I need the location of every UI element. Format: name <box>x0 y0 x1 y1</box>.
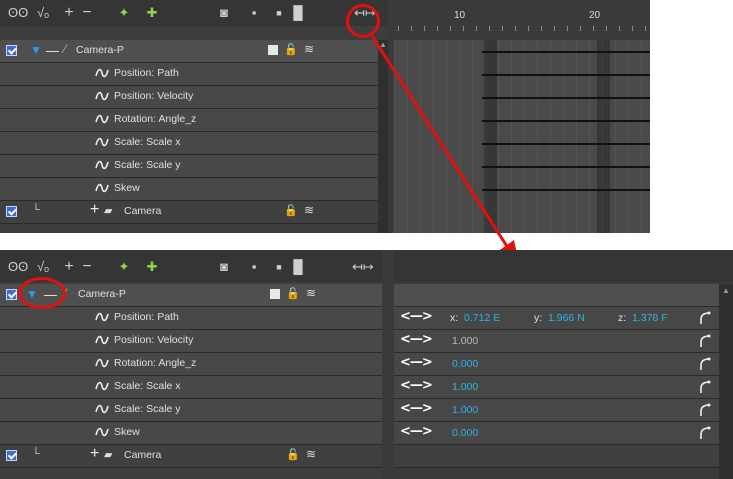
function-row-skew[interactable]: Skew <box>0 422 382 445</box>
large-square-icon[interactable]: █ <box>292 259 304 275</box>
value-row-position-path[interactable]: <—> x: 0.712 E y: 1.966 N z: 1.378 F <box>394 307 719 330</box>
function-label: Scale: Scale x <box>114 380 181 392</box>
color-swatch-icon[interactable] <box>270 289 280 299</box>
small-square-icon[interactable]: ■ <box>274 259 284 275</box>
layer-label: Camera-P <box>78 288 126 300</box>
left-right-arrows-icon[interactable]: <—> <box>400 401 433 416</box>
left-right-arrows-icon[interactable]: <—> <box>400 309 433 324</box>
interpolation-icon[interactable] <box>699 403 711 417</box>
left-right-arrows-icon[interactable]: <—> <box>400 355 433 370</box>
lock-icon[interactable]: 🔓 <box>286 448 300 461</box>
camera-icon: ▰ <box>104 449 113 461</box>
function-curve-icon <box>95 381 109 391</box>
value-row-position-velocity[interactable]: <—> 1.000 <box>394 330 719 353</box>
function-curve-icon <box>95 358 109 368</box>
function-label: Skew <box>114 426 140 438</box>
path-y-label: y: <box>534 312 543 324</box>
path-z-value[interactable]: 1.378 F <box>632 312 668 324</box>
add-drawing-icon[interactable]: √ₒ <box>34 259 52 275</box>
value-row-layer <box>394 284 719 307</box>
lock-icon[interactable]: 🔓 <box>286 287 300 300</box>
function-row-position-velocity[interactable]: Position: Velocity <box>0 330 382 353</box>
scale-x-value[interactable]: 1.000 <box>452 381 478 393</box>
value-row-skew[interactable]: <—> 0.000 <box>394 422 719 445</box>
path-x-value[interactable]: 0.712 E <box>464 312 500 324</box>
value-row-rotation-angle-z[interactable]: <—> 0.000 <box>394 353 719 376</box>
expand-toggle-icon[interactable]: ↤↦ <box>352 259 374 275</box>
database-icon[interactable]: ≋ <box>306 286 316 300</box>
interpolation-icon[interactable] <box>699 357 711 371</box>
database-icon[interactable]: ≋ <box>306 447 316 461</box>
values-scrollbar[interactable]: ▲ <box>719 284 733 479</box>
camera-label: Camera <box>124 449 162 461</box>
function-curve-icon <box>95 404 109 414</box>
function-label: Rotation: Angle_z <box>114 357 197 369</box>
remove-layer-icon[interactable]: − <box>80 259 94 275</box>
velocity-value[interactable]: 1.000 <box>452 335 478 347</box>
function-label: Position: Path <box>114 311 179 323</box>
scale-y-value[interactable]: 1.000 <box>452 404 478 416</box>
onion-skin-icon[interactable]: ʘʘ <box>8 259 28 275</box>
function-row-scale-x[interactable]: Scale: Scale x <box>0 376 382 399</box>
interpolation-icon[interactable] <box>699 334 711 348</box>
function-row-position-path[interactable]: Position: Path <box>0 307 382 330</box>
left-right-arrows-icon[interactable]: <—> <box>400 332 433 347</box>
function-values-area: <—> x: 0.712 E y: 1.966 N z: 1.378 F <—>… <box>394 250 733 479</box>
function-row-scale-y[interactable]: Scale: Scale y <box>0 399 382 422</box>
value-row-scale-y[interactable]: <—> 1.000 <box>394 399 719 422</box>
values-header <box>394 250 733 282</box>
layer-enable-checkbox[interactable] <box>6 289 17 300</box>
layer-enable-checkbox[interactable] <box>6 450 17 461</box>
bottom-toolbar: ʘʘ √ₒ + − ✦ ✚ ◙ ▪ ■ █ ↤↦ <box>0 250 382 282</box>
left-right-arrows-icon[interactable]: <—> <box>400 424 433 439</box>
path-x-label: x: <box>450 312 459 324</box>
interpolation-icon[interactable] <box>699 380 711 394</box>
tree-branch-icon: └ <box>32 448 40 460</box>
value-row-camera <box>394 445 719 468</box>
path-y-value[interactable]: 1.966 N <box>548 312 585 324</box>
interpolation-icon[interactable] <box>699 426 711 440</box>
camera-view-icon[interactable]: ◙ <box>216 259 232 275</box>
highlight-circle-expand-triangle <box>18 277 66 309</box>
add-icon: + <box>90 445 100 462</box>
value-row-scale-x[interactable]: <—> 1.000 <box>394 376 719 399</box>
function-curve-icon <box>95 427 109 437</box>
add-peg-icon[interactable]: ✦ <box>116 259 132 275</box>
bottom-panel: ʘʘ √ₒ + − ✦ ✚ ◙ ▪ ■ █ ↤↦ ▼ — ⁄ Camera-P … <box>0 250 733 479</box>
scroll-up-arrow-icon[interactable]: ▲ <box>722 286 730 295</box>
rotation-value[interactable]: 0.000 <box>452 358 478 370</box>
function-row-rotation-angle-z[interactable]: Rotation: Angle_z <box>0 353 382 376</box>
show-layer-icon[interactable]: ▪ <box>248 259 260 275</box>
add-parent-peg-icon[interactable]: ✚ <box>144 259 160 275</box>
add-layer-icon[interactable]: + <box>62 259 76 275</box>
interpolation-icon[interactable] <box>699 311 711 325</box>
skew-value[interactable]: 0.000 <box>452 427 478 439</box>
function-curve-icon <box>95 335 109 345</box>
path-z-label: z: <box>618 312 627 324</box>
left-right-arrows-icon[interactable]: <—> <box>400 378 433 393</box>
function-label: Scale: Scale y <box>114 403 181 415</box>
function-curve-icon <box>95 312 109 322</box>
function-label: Position: Velocity <box>114 334 194 346</box>
layer-row-camera[interactable]: └ + ▰ Camera 🔓 ≋ <box>0 445 382 468</box>
